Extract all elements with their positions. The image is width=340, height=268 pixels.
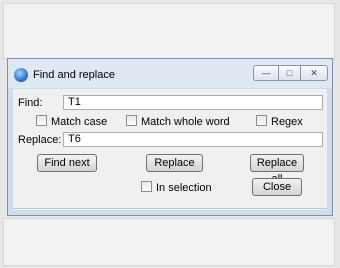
minimize-button[interactable]: —: [253, 65, 279, 81]
app-icon: [14, 68, 28, 82]
bottom-separator: [13, 208, 327, 209]
replace-button[interactable]: Replace: [146, 154, 203, 172]
find-replace-dialog: Find and replace — □ ✕ Find: T1 Match ca…: [7, 58, 333, 216]
match-case-label: Match case: [51, 116, 108, 128]
replace-all-button[interactable]: Replace all: [250, 154, 304, 185]
match-whole-word-checkbox[interactable]: Match whole word: [126, 115, 230, 128]
match-whole-word-box[interactable]: [126, 115, 137, 126]
in-selection-box[interactable]: [141, 181, 152, 192]
find-input[interactable]: T1: [63, 95, 323, 110]
regex-label: Regex: [271, 116, 303, 128]
find-next-button[interactable]: Find next: [37, 154, 97, 172]
replace-input[interactable]: T6: [63, 132, 323, 147]
background-panel-bottom: [3, 218, 335, 266]
close-button[interactable]: Close: [252, 178, 302, 196]
find-label: Find:: [18, 97, 43, 109]
in-selection-label: In selection: [156, 182, 212, 194]
regex-box[interactable]: [256, 115, 267, 126]
close-window-button[interactable]: ✕: [300, 65, 328, 81]
window-title: Find and replace: [33, 69, 115, 81]
dialog-content: Find: T1 Match case Match whole word Reg…: [13, 89, 327, 210]
maximize-button[interactable]: □: [278, 65, 301, 81]
in-selection-checkbox[interactable]: In selection: [141, 181, 212, 194]
match-case-checkbox[interactable]: Match case: [36, 115, 107, 128]
match-case-box[interactable]: [36, 115, 47, 126]
match-whole-word-label: Match whole word: [141, 116, 230, 128]
title-bar[interactable]: Find and replace — □ ✕: [8, 59, 332, 88]
background-panel-top: [3, 3, 335, 59]
regex-checkbox[interactable]: Regex: [256, 115, 303, 128]
replace-label: Replace:: [18, 134, 62, 146]
